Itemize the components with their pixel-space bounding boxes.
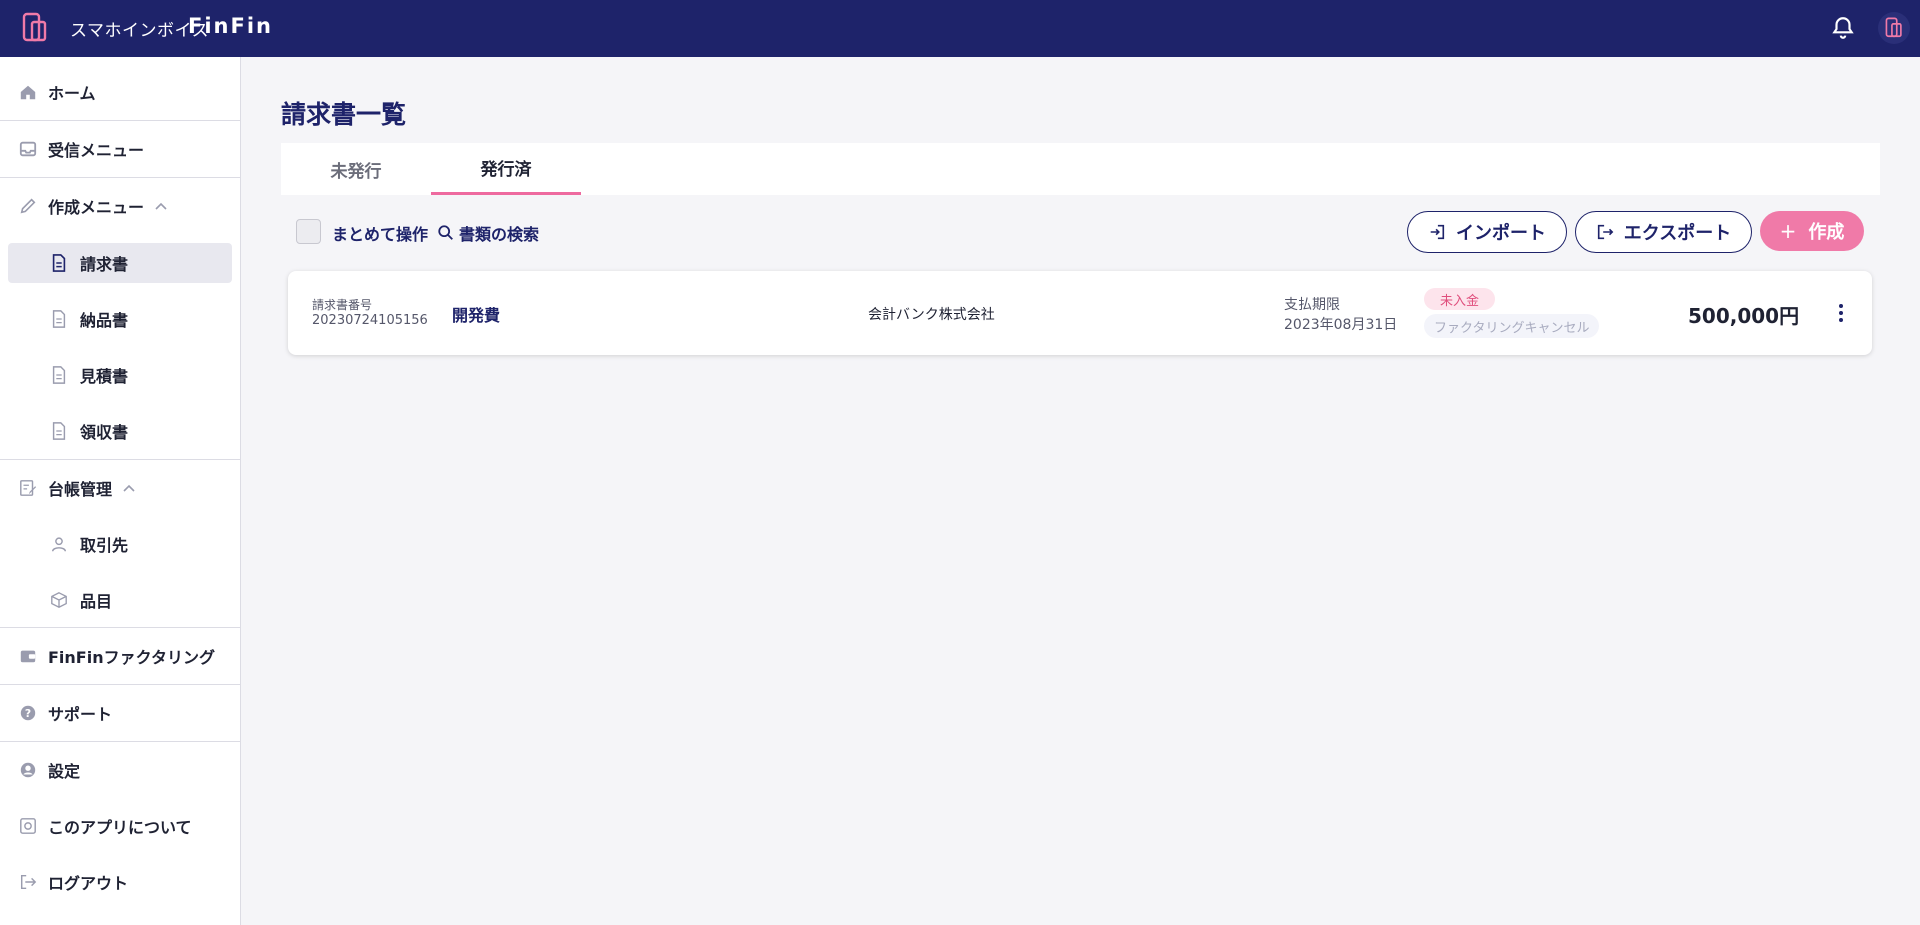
- pencil-icon: [18, 196, 38, 216]
- wallet-icon: [18, 646, 38, 666]
- export-button[interactable]: エクスポート: [1575, 211, 1752, 253]
- invoice-number-label: 請求書番号: [312, 298, 373, 312]
- select-all-checkbox[interactable]: [296, 219, 321, 244]
- client-name: 会計バンク株式会社: [868, 307, 995, 323]
- import-label: インポート: [1456, 223, 1546, 244]
- app-header: スマホインボイス FinFin: [0, 0, 1920, 57]
- sidebar-label: サポート: [48, 705, 113, 724]
- tab-issued[interactable]: 発行済: [431, 143, 581, 195]
- box-icon: [50, 591, 68, 609]
- sidebar-item-receipt[interactable]: 領収書: [8, 411, 232, 451]
- avatar-logo-icon: [1885, 17, 1902, 38]
- sidebar-item-ledger[interactable]: 台帳管理: [0, 460, 240, 516]
- account-icon: [18, 760, 38, 780]
- svg-text:?: ?: [25, 707, 31, 720]
- app-logo-icon[interactable]: [22, 12, 48, 44]
- invoice-amount: 500,000円: [1688, 304, 1800, 328]
- ledger-icon: [18, 478, 38, 498]
- document-icon: [50, 422, 68, 440]
- inbox-icon: [18, 139, 38, 159]
- sidebar-item-quotation[interactable]: 見積書: [8, 355, 232, 395]
- sidebar-label: 台帳管理: [48, 480, 113, 499]
- sidebar-label: 品目: [80, 592, 113, 611]
- sidebar-label: 見積書: [80, 367, 129, 386]
- bulk-action-label[interactable]: まとめて操作: [332, 221, 428, 245]
- search-label: 書類の検索: [459, 225, 540, 244]
- due-date-label: 支払期限: [1284, 297, 1340, 313]
- create-button[interactable]: + 作成: [1760, 211, 1864, 251]
- sidebar-label: 取引先: [80, 536, 129, 555]
- document-search-link[interactable]: 書類の検索: [437, 221, 539, 245]
- home-icon: [18, 82, 38, 102]
- sidebar-label: このアプリについて: [48, 818, 192, 837]
- sidebar-item-logout[interactable]: ログアウト: [0, 854, 240, 910]
- tab-unissued[interactable]: 未発行: [281, 143, 431, 195]
- invoice-card[interactable]: 請求書番号 20230724105156 開発費 会計バンク株式会社 支払期限 …: [288, 271, 1872, 355]
- page-title: 請求書一覧: [281, 100, 407, 129]
- gear-icon: [18, 816, 38, 836]
- sidebar-label: 納品書: [80, 311, 129, 330]
- due-date: 2023年08月31日: [1284, 317, 1398, 333]
- document-icon: [50, 254, 68, 272]
- sidebar-label: FinFinファクタリング: [48, 648, 215, 667]
- sidebar-label: 請求書: [80, 255, 129, 274]
- help-icon: ?: [18, 703, 38, 723]
- sidebar: ホーム 受信メニュー 作成メニュー 請求書 納品書 見積書 領収書 台帳管理 取…: [0, 57, 241, 925]
- sidebar-item-invoice[interactable]: 請求書: [8, 243, 232, 283]
- import-icon: [1430, 224, 1445, 240]
- invoice-title[interactable]: 開発費: [452, 302, 500, 326]
- export-icon: [1597, 224, 1614, 240]
- notification-bell-icon[interactable]: [1830, 15, 1856, 41]
- sidebar-item-home[interactable]: ホーム: [0, 64, 240, 120]
- search-icon: [438, 225, 453, 240]
- plus-icon: +: [1779, 219, 1797, 243]
- sidebar-item-settings[interactable]: 設定: [0, 742, 240, 798]
- sidebar-item-support[interactable]: ? サポート: [0, 685, 240, 741]
- person-icon: [50, 535, 68, 553]
- sidebar-label: 領収書: [80, 423, 129, 442]
- document-icon: [50, 310, 68, 328]
- document-icon: [50, 366, 68, 384]
- sidebar-item-inbox[interactable]: 受信メニュー: [0, 121, 240, 177]
- logout-icon: [18, 872, 38, 892]
- user-avatar[interactable]: [1878, 12, 1910, 44]
- tab-bar: 未発行 発行済: [281, 143, 1880, 195]
- sidebar-item-about[interactable]: このアプリについて: [0, 798, 240, 854]
- sidebar-label: ホーム: [48, 84, 96, 103]
- chevron-up-icon[interactable]: [122, 481, 136, 495]
- chevron-up-icon[interactable]: [154, 199, 168, 213]
- invoice-number: 20230724105156: [312, 313, 428, 328]
- export-label: エクスポート: [1623, 223, 1732, 244]
- sidebar-label: 設定: [48, 762, 81, 781]
- factoring-status-badge: ファクタリングキャンセル: [1424, 314, 1600, 338]
- sidebar-label: ログアウト: [48, 874, 129, 893]
- sidebar-label: 作成メニュー: [48, 198, 145, 217]
- sidebar-item-factoring[interactable]: FinFinファクタリング: [0, 628, 240, 684]
- brand-finfin: FinFin: [188, 14, 273, 38]
- sidebar-item-clients[interactable]: 取引先: [8, 524, 232, 564]
- sidebar-item-create-menu[interactable]: 作成メニュー: [0, 178, 240, 234]
- sidebar-label: 受信メニュー: [48, 141, 145, 160]
- create-label: 作成: [1808, 222, 1845, 243]
- sidebar-item-delivery-note[interactable]: 納品書: [8, 299, 232, 339]
- more-options-icon[interactable]: [1834, 301, 1848, 325]
- status-badge: 未入金: [1424, 288, 1496, 310]
- sidebar-item-products[interactable]: 品目: [8, 580, 232, 620]
- import-button[interactable]: インポート: [1407, 211, 1567, 253]
